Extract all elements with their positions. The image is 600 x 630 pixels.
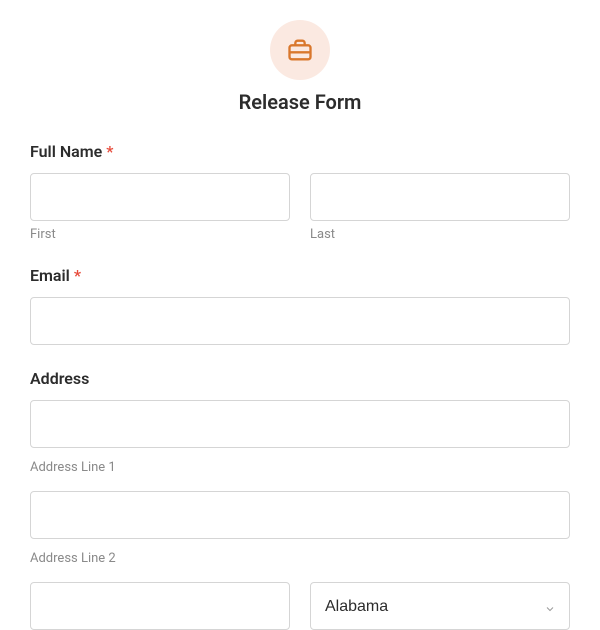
- address-label: Address: [30, 369, 570, 388]
- full-name-label: Full Name *: [30, 142, 570, 161]
- city-input[interactable]: [30, 582, 290, 630]
- email-field: Email *: [30, 266, 570, 345]
- address-line2-sublabel: Address Line 2: [30, 551, 570, 566]
- address-line1-sublabel: Address Line 1: [30, 460, 570, 475]
- full-name-field: Full Name * First Last: [30, 142, 570, 242]
- email-label: Email *: [30, 266, 570, 285]
- briefcase-icon: [270, 20, 330, 80]
- last-name-input[interactable]: [310, 173, 570, 221]
- address-line1-input[interactable]: [30, 400, 570, 448]
- address-line2-input[interactable]: [30, 491, 570, 539]
- email-label-text: Email: [30, 266, 70, 285]
- email-input[interactable]: [30, 297, 570, 345]
- state-select[interactable]: Alabama: [310, 582, 570, 630]
- full-name-label-text: Full Name: [30, 142, 102, 161]
- first-name-sublabel: First: [30, 227, 290, 242]
- required-indicator: *: [106, 142, 113, 161]
- form-title: Release Form: [30, 90, 570, 114]
- last-name-sublabel: Last: [310, 227, 570, 242]
- address-field: Address Address Line 1 Address Line 2 Al…: [30, 369, 570, 630]
- first-name-input[interactable]: [30, 173, 290, 221]
- form-header: Release Form: [30, 20, 570, 114]
- required-indicator: *: [74, 266, 81, 285]
